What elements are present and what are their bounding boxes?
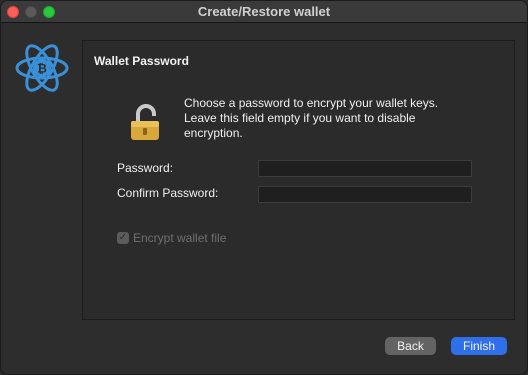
password-field[interactable] xyxy=(258,160,472,177)
electrum-logo-icon: ₿ xyxy=(15,44,69,92)
create-restore-wallet-window: Create/Restore wallet ₿ Wallet Password … xyxy=(0,0,528,375)
encrypt-wallet-option: ✓ Encrypt wallet file xyxy=(117,231,226,245)
title-bar: Create/Restore wallet xyxy=(1,1,527,23)
description-line: Choose a password to encrypt your wallet… xyxy=(184,96,439,110)
back-button[interactable]: Back xyxy=(385,337,436,355)
encrypt-wallet-checkbox[interactable]: ✓ xyxy=(117,232,129,244)
description-line: encryption. xyxy=(184,126,243,140)
wallet-password-panel: Wallet Password xyxy=(82,40,515,320)
finish-button[interactable]: Finish xyxy=(451,337,507,355)
password-description: Choose a password to encrypt your wallet… xyxy=(184,96,469,141)
confirm-password-label: Confirm Password: xyxy=(117,186,219,200)
confirm-password-field[interactable] xyxy=(258,186,472,203)
window-title: Create/Restore wallet xyxy=(197,4,331,19)
unlocked-padlock-icon xyxy=(131,104,159,140)
svg-text:₿: ₿ xyxy=(37,62,47,76)
panel-title: Wallet Password xyxy=(94,54,189,68)
password-label: Password: xyxy=(117,161,174,175)
description-line: Leave this field empty if you want to di… xyxy=(184,111,416,125)
encrypt-wallet-label: Encrypt wallet file xyxy=(133,231,227,245)
